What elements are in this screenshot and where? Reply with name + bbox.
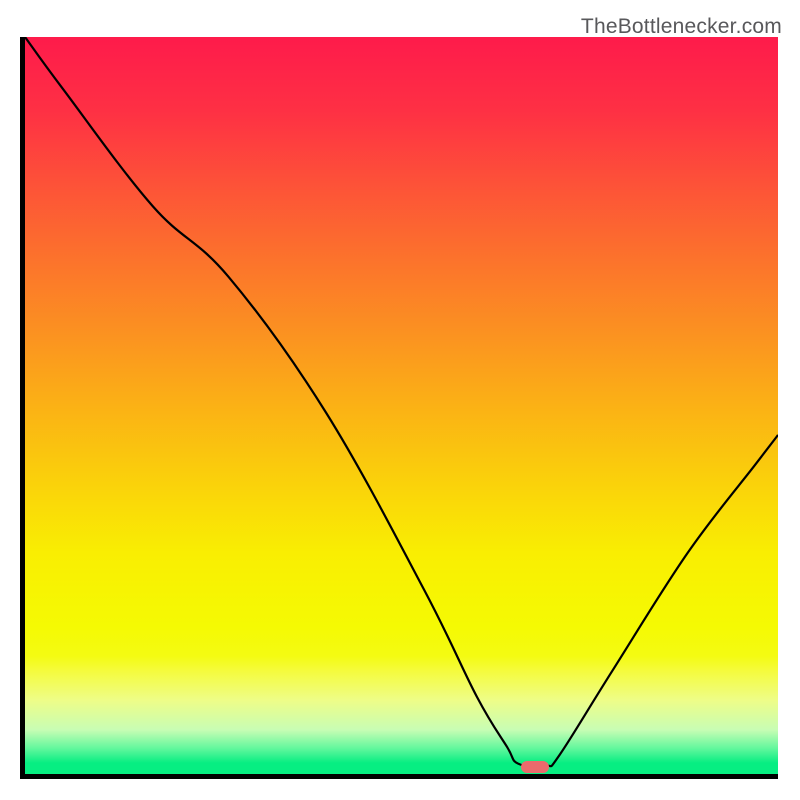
watermark-text: TheBottlenecker.com [581, 15, 782, 39]
curve-path [25, 37, 778, 767]
bottleneck-curve [25, 37, 778, 774]
plot-area [20, 37, 778, 779]
optimal-marker [521, 761, 549, 773]
chart-stage: TheBottlenecker.com [0, 0, 800, 800]
